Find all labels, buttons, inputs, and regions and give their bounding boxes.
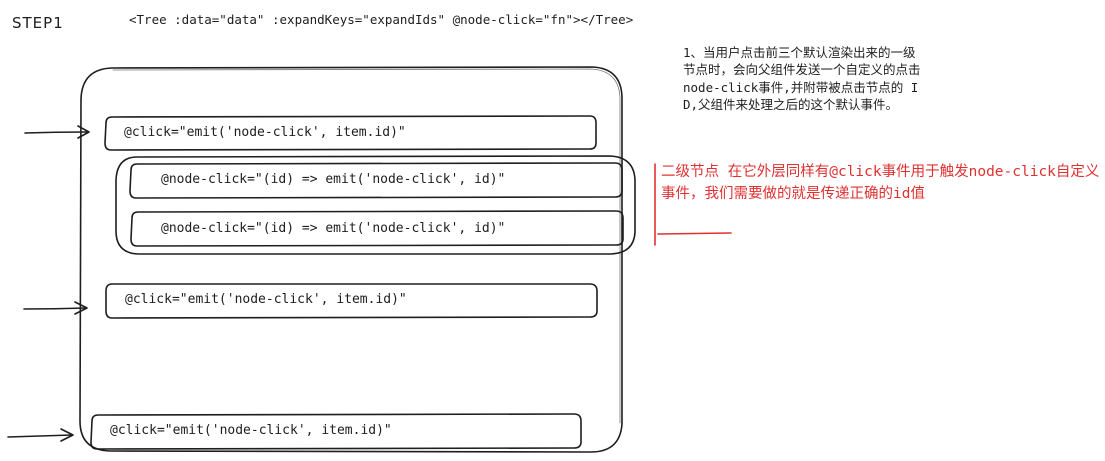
node-code-3: @node-click="(id) => emit('node-click', … — [161, 221, 506, 236]
arrow-2 — [23, 301, 88, 315]
child-group-box — [115, 155, 636, 255]
step-label: STEP1 — [12, 14, 64, 32]
node-code-4: @click="emit('node-click', item.id)" — [125, 292, 407, 307]
annotation-underline — [657, 232, 732, 235]
arrow-1 — [24, 125, 90, 139]
explanation-note: 1、当用户点击前三个默认渲染出来的一级节点时，会向父组件发送一个自定义的点击no… — [683, 45, 921, 112]
second-level-note: 二级节点 在它外层同样有@click事件用于触发node-click自定义事件，… — [661, 164, 1100, 202]
node-code-1: @click="emit('node-click', item.id)" — [124, 125, 406, 140]
node-code-2: @node-click="(id) => emit('node-click', … — [161, 172, 506, 187]
arrow-3 — [7, 428, 74, 442]
tree-component-tag: <Tree :data="data" :expandKeys="expandId… — [129, 12, 634, 27]
node-code-5: @click="emit('node-click', item.id)" — [110, 423, 392, 438]
